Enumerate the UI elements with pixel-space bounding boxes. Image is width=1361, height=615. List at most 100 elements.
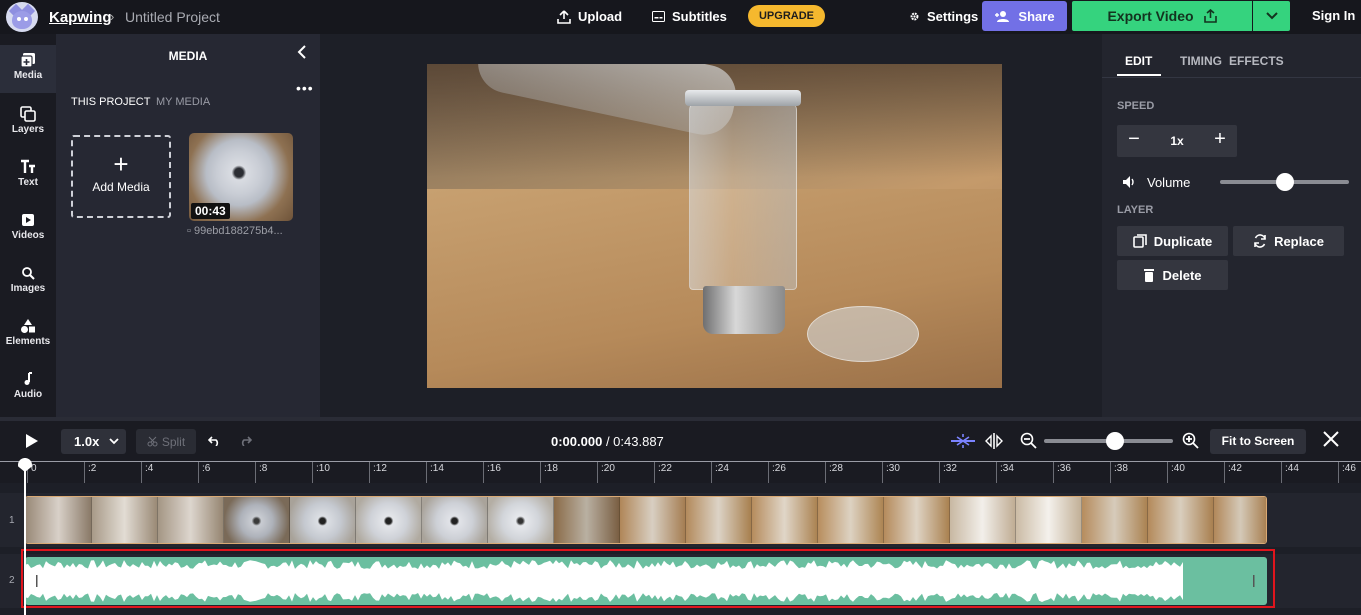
- speed-stepper: − 1x +: [1117, 125, 1237, 157]
- nav-item-images[interactable]: Images: [0, 257, 56, 305]
- tab-effects[interactable]: EFFECTS: [1229, 54, 1284, 68]
- layers-icon: [20, 106, 36, 122]
- media-icon: [20, 53, 35, 68]
- tab-timing[interactable]: TIMING: [1180, 54, 1222, 68]
- redo-icon[interactable]: [239, 436, 252, 446]
- delete-label: Delete: [1162, 267, 1202, 283]
- timecode: 0:00.000 / 0:43.887: [551, 434, 664, 449]
- zoom-in-icon[interactable]: [1182, 432, 1199, 449]
- music-note-icon: [24, 372, 32, 385]
- export-video-button[interactable]: Export Video: [1072, 1, 1252, 31]
- subtitles-label: Subtitles: [672, 9, 727, 24]
- settings-label: Settings: [927, 9, 979, 24]
- playback-controls: 1.0x Split 0:00.000 / 0:43.887 Fit to Sc…: [0, 421, 1361, 461]
- close-icon[interactable]: [1323, 431, 1339, 447]
- add-media-button[interactable]: + Add Media: [71, 135, 171, 218]
- nav-label: Media: [13, 70, 43, 81]
- zoom-slider-thumb[interactable]: [1105, 432, 1124, 450]
- fit-to-screen-button[interactable]: Fit to Screen: [1210, 429, 1306, 454]
- canvas-area: [320, 34, 1102, 417]
- audio-track-highlight: [21, 549, 1275, 608]
- nav-item-media[interactable]: Media: [0, 45, 56, 93]
- time-separator: /: [602, 434, 614, 449]
- ruler-tick: :24: [711, 462, 729, 484]
- sign-in-link[interactable]: Sign In: [1312, 8, 1355, 23]
- panel-title: MEDIA: [168, 49, 208, 63]
- ruler-tick: :10: [312, 462, 330, 484]
- ruler-tick: :40: [1167, 462, 1185, 484]
- text-icon: [21, 159, 35, 173]
- nav-label: Text: [18, 177, 38, 188]
- ruler-tick: :14: [426, 462, 444, 484]
- filmstrip-frame: [950, 497, 1016, 543]
- ruler-tick: :44: [1281, 462, 1299, 484]
- ruler-tick: :20: [597, 462, 615, 484]
- zoom-out-icon[interactable]: [1020, 432, 1037, 449]
- kapwing-logo-icon[interactable]: [6, 2, 38, 32]
- upgrade-button[interactable]: UPGRADE: [748, 5, 825, 27]
- ruler-tick: :16: [483, 462, 501, 484]
- snap-icon[interactable]: [950, 433, 976, 449]
- track-number: 1: [9, 515, 15, 526]
- video-clip[interactable]: [25, 496, 1267, 544]
- play-icon[interactable]: [26, 434, 38, 448]
- nav-item-videos[interactable]: Videos: [0, 204, 56, 252]
- ruler-tick: :22: [654, 462, 672, 484]
- filmstrip-frame: [1214, 497, 1266, 543]
- filmstrip-frame: [752, 497, 818, 543]
- share-button[interactable]: Share: [982, 1, 1067, 31]
- ruler-tick: :28: [825, 462, 843, 484]
- split-label: Split: [161, 434, 186, 449]
- plus-icon[interactable]: +: [1205, 128, 1235, 151]
- project-title[interactable]: Untitled Project: [125, 9, 220, 25]
- split-button[interactable]: Split: [136, 429, 196, 454]
- ruler-tick: :26: [768, 462, 786, 484]
- chevron-down-icon: [1265, 12, 1278, 20]
- split-view-icon[interactable]: [984, 432, 1004, 450]
- duplicate-button[interactable]: Duplicate: [1117, 226, 1228, 256]
- share-label: Share: [1018, 8, 1055, 24]
- filmstrip-frame: [422, 497, 488, 543]
- nav-label: Elements: [5, 336, 51, 347]
- trash-icon: [1144, 269, 1155, 282]
- media-panel: MEDIA ••• THIS PROJECT MY MEDIA + Add Me…: [56, 34, 320, 417]
- export-options-button[interactable]: [1253, 1, 1290, 31]
- delete-button[interactable]: Delete: [1117, 260, 1228, 290]
- undo-icon[interactable]: [208, 436, 221, 446]
- timeline-ruler[interactable]: 0:2:4:6:8:10:12:14:16:18:20:22:24:26:28:…: [0, 461, 1361, 484]
- nav-label: Videos: [11, 230, 45, 241]
- chevron-down-icon: [109, 438, 119, 445]
- filmstrip-frame: [1082, 497, 1148, 543]
- filmstrip-frame: [224, 497, 290, 543]
- media-thumbnail[interactable]: 00:43: [189, 133, 293, 221]
- ruler-tick: :18: [540, 462, 558, 484]
- nav-item-layers[interactable]: Layers: [0, 98, 56, 146]
- filmstrip-frame: [488, 497, 554, 543]
- filmstrip-frame: [554, 497, 620, 543]
- more-options-icon[interactable]: •••: [296, 80, 314, 96]
- subtitles-button[interactable]: Subtitles: [652, 9, 727, 24]
- brand-link[interactable]: Kapwing: [49, 9, 112, 26]
- replace-button[interactable]: Replace: [1233, 226, 1344, 256]
- tab-my-media[interactable]: MY MEDIA: [156, 96, 210, 108]
- nav-item-audio[interactable]: Audio: [0, 363, 56, 411]
- upload-button[interactable]: Upload: [557, 9, 622, 24]
- ruler-tick: :32: [939, 462, 957, 484]
- video-preview[interactable]: [427, 64, 1002, 388]
- playback-speed-select[interactable]: 1.0x: [61, 429, 126, 454]
- ruler-tick: :30: [882, 462, 900, 484]
- tab-this-project[interactable]: THIS PROJECT: [71, 96, 150, 108]
- gear-icon: [910, 12, 919, 21]
- nav-item-elements[interactable]: Elements: [0, 310, 56, 358]
- minus-icon[interactable]: −: [1119, 128, 1149, 151]
- filmstrip-frame: [26, 497, 92, 543]
- settings-button[interactable]: Settings: [909, 9, 978, 24]
- chevron-left-icon[interactable]: [297, 45, 307, 59]
- tab-edit[interactable]: EDIT: [1125, 54, 1152, 68]
- elements-icon: [21, 319, 35, 333]
- active-tab-indicator: [1117, 74, 1161, 76]
- volume-slider-thumb[interactable]: [1275, 173, 1294, 191]
- playhead[interactable]: [24, 458, 26, 615]
- filmstrip-frame: [1148, 497, 1214, 543]
- nav-item-text[interactable]: Text: [0, 151, 56, 199]
